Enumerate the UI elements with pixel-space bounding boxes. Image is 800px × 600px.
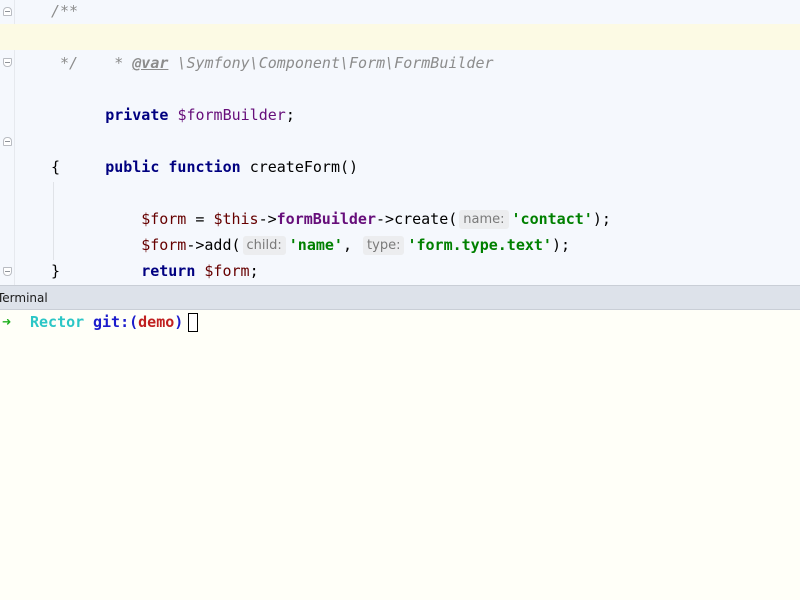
doc-comment-open: /** xyxy=(51,2,79,20)
code-line-current: * @var \Symfony\Component\Form\FormBuild… xyxy=(0,24,800,72)
private-keyword: private xyxy=(105,106,169,124)
brace-close: } xyxy=(51,262,61,280)
shell-prompt: ➜ Rector git:(demo) xyxy=(0,310,183,334)
code-line: $form->add(child:'name', type:'form.type… xyxy=(0,206,800,255)
code-line: public function createForm() xyxy=(0,128,800,176)
code-editor[interactable]: /** * @var \Symfony\Component\Form\FormB… xyxy=(0,0,800,285)
prompt-branch: demo xyxy=(138,313,175,331)
prompt-arrow-icon: ➜ xyxy=(2,313,12,331)
code-line: $form = $this->formBuilder->create(name:… xyxy=(0,180,800,229)
terminal-panel[interactable]: ➜ Rector git:(demo) xyxy=(0,310,800,600)
terminal-cursor[interactable] xyxy=(188,313,198,332)
prompt-paren-close: ) xyxy=(174,313,184,331)
code-line: } xyxy=(0,258,800,284)
doc-comment-close: */ xyxy=(51,54,79,72)
brace-open: { xyxy=(51,158,61,176)
terminal-tool-window-header[interactable]: Terminal xyxy=(0,285,800,310)
semicolon: ; xyxy=(285,106,295,124)
code-line: return $form; xyxy=(0,232,800,280)
code-line: { xyxy=(0,154,800,180)
prompt-git-label: git: xyxy=(93,313,130,331)
property-name: $formBuilder xyxy=(177,106,286,124)
code-line: */ xyxy=(0,50,800,76)
code-line: private $formBuilder; xyxy=(0,76,800,124)
prompt-directory: Rector xyxy=(30,313,85,331)
prompt-paren-open: ( xyxy=(129,313,139,331)
prompt-git-info: git:(demo) xyxy=(93,310,183,334)
terminal-title: Terminal xyxy=(0,291,48,305)
code-line: /** xyxy=(0,0,800,24)
